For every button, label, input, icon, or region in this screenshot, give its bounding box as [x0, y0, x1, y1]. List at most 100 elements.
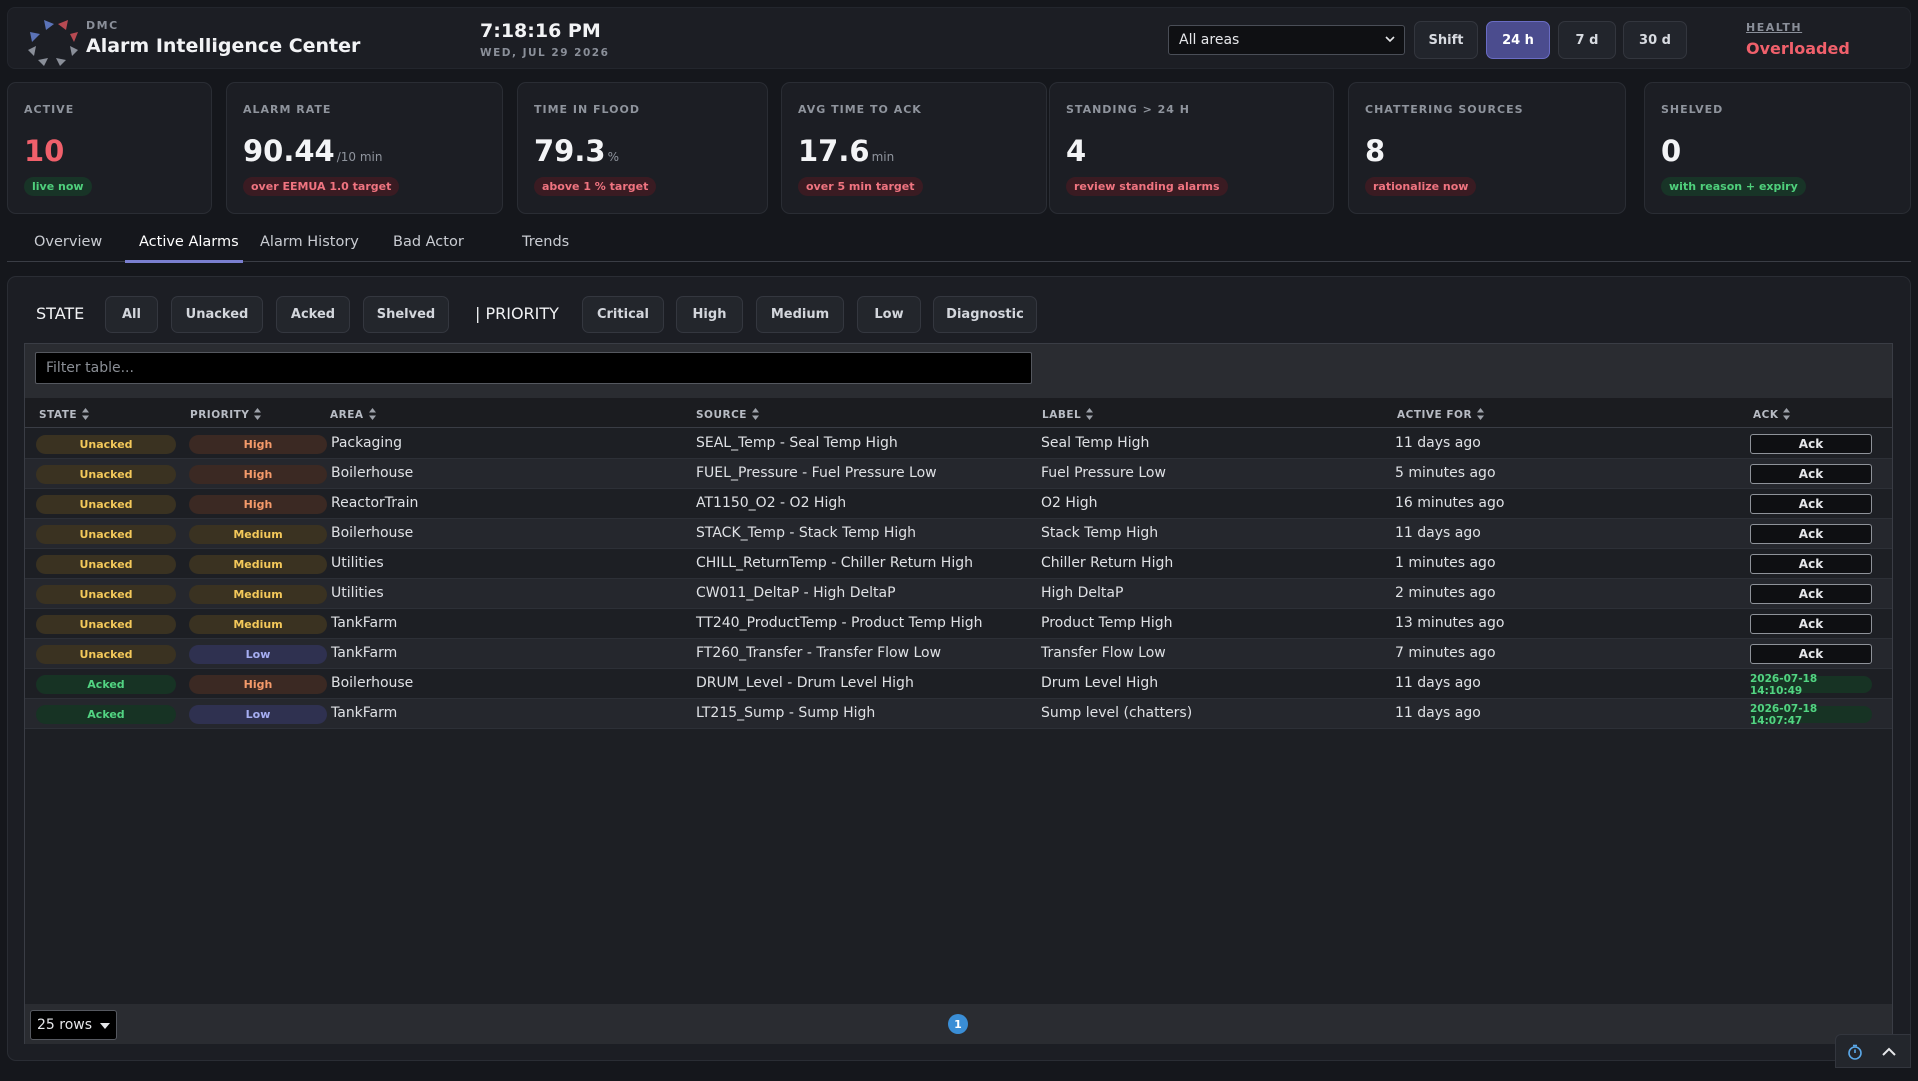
kpi-unit: /10 min — [336, 150, 383, 164]
table-row[interactable]: Acked High Boilerhouse DRUM_Level - Drum… — [25, 669, 1892, 699]
active-for-cell: 5 minutes ago — [1395, 465, 1496, 481]
active-for-cell: 11 days ago — [1395, 705, 1481, 721]
ack-button[interactable]: Ack — [1750, 464, 1872, 484]
column-header-priority[interactable]: PRIORITY — [190, 407, 262, 421]
filter-priority-high[interactable]: High — [676, 296, 743, 333]
active-for-cell: 11 days ago — [1395, 525, 1481, 541]
active-for-cell: 11 days ago — [1395, 435, 1481, 451]
kpi-avg-time-to-ack: AVG TIME TO ACK 17.6 min over 5 min targe… — [781, 82, 1047, 214]
filter-priority-low[interactable]: Low — [857, 296, 921, 333]
active-tab-indicator — [125, 260, 243, 263]
column-header-label[interactable]: LABEL — [1042, 407, 1094, 421]
filter-state-all[interactable]: All — [105, 296, 158, 333]
table-row[interactable]: Unacked Medium Boilerhouse STACK_Temp - … — [25, 519, 1892, 549]
priority-filter-label: | PRIORITY — [475, 304, 559, 323]
ack-button[interactable]: Ack — [1750, 644, 1872, 664]
filter-priority-medium[interactable]: Medium — [756, 296, 844, 333]
ack-button[interactable]: Ack — [1750, 614, 1872, 634]
active-for-cell: 1 minutes ago — [1395, 555, 1496, 571]
ack-button[interactable]: Ack — [1750, 554, 1872, 574]
page-number-button[interactable]: 1 — [948, 1014, 968, 1034]
kpi-badge: live now — [24, 177, 92, 196]
filter-priority-diagnostic[interactable]: Diagnostic — [933, 296, 1037, 333]
stopwatch-icon[interactable] — [1846, 1043, 1864, 1061]
area-cell: TankFarm — [331, 615, 398, 631]
state-badge: Acked — [36, 675, 176, 694]
filter-state-acked[interactable]: Acked — [276, 296, 350, 333]
page-size-select[interactable]: 25 rows — [30, 1010, 117, 1040]
ack-button[interactable]: Ack — [1750, 434, 1872, 454]
app-title: Alarm Intelligence Center — [86, 35, 361, 57]
range-24h-button[interactable]: 24 h — [1486, 21, 1550, 59]
priority-badge: High — [189, 435, 327, 454]
table-row[interactable]: Unacked Low TankFarm FT260_Transfer - Tr… — [25, 639, 1892, 669]
ack-timestamp: 2026-07-18 14:07:47 — [1750, 703, 1872, 727]
active-for-cell: 2 minutes ago — [1395, 585, 1496, 601]
range-30d-button[interactable]: 30 d — [1623, 21, 1687, 59]
column-header-ack[interactable]: ACK — [1753, 407, 1791, 421]
ack-timestamp: 2026-07-18 14:10:49 — [1750, 673, 1872, 697]
table-row[interactable]: Unacked High Packaging SEAL_Temp - Seal … — [25, 429, 1892, 459]
chevron-up-icon[interactable] — [1880, 1043, 1898, 1061]
area-cell: Utilities — [331, 585, 384, 601]
kpi-badge: review standing alarms — [1066, 177, 1228, 196]
kpi-label: AVG TIME TO ACK — [798, 103, 922, 116]
kpi-label: TIME IN FLOOD — [534, 103, 640, 116]
source-cell: CHILL_ReturnTemp - Chiller Return High — [696, 555, 973, 571]
sort-icon — [751, 408, 759, 420]
column-header-active-for[interactable]: ACTIVE FOR — [1397, 407, 1485, 421]
table-header: STATE PRIORITY AREA SOURCE LABEL ACTIVE … — [25, 398, 1892, 428]
page-size-value: 25 rows — [37, 1017, 93, 1033]
clock-date: WED, JUL 29 2026 — [480, 47, 610, 59]
alarms-table: STATE PRIORITY AREA SOURCE LABEL ACTIVE … — [24, 343, 1893, 1044]
tab-overview[interactable]: Overview — [34, 234, 102, 250]
range-shift-button[interactable]: Shift — [1414, 21, 1478, 59]
area-cell: TankFarm — [331, 705, 398, 721]
source-cell: STACK_Temp - Stack Temp High — [696, 525, 917, 541]
tab-trends[interactable]: Trends — [522, 234, 569, 250]
kpi-label: STANDING > 24 H — [1066, 103, 1190, 116]
table-row[interactable]: Acked Low TankFarm LT215_Sump - Sump Hig… — [25, 699, 1892, 729]
sort-icon — [368, 408, 376, 420]
kpi-standing: STANDING > 24 H 4 review standing alarms — [1049, 82, 1334, 214]
filter-state-unacked[interactable]: Unacked — [171, 296, 263, 333]
filter-state-shelved[interactable]: Shelved — [363, 296, 449, 333]
table-footer: 25 rows 1 — [25, 1004, 1892, 1044]
kpi-value: 0 — [1661, 134, 1682, 168]
table-filter-input[interactable] — [35, 352, 1032, 384]
table-row[interactable]: Unacked Medium Utilities CW011_DeltaP - … — [25, 579, 1892, 609]
kpi-value: 17.6 min — [798, 134, 895, 168]
source-cell: DRUM_Level - Drum Level High — [696, 675, 914, 691]
kpi-badge: over EEMUA 1.0 target — [243, 177, 400, 196]
tab-active-alarms[interactable]: Active Alarms — [139, 234, 239, 250]
chevron-down-icon — [1385, 36, 1395, 43]
tab-bar: Overview Active Alarms Alarm History Bad… — [7, 226, 1911, 263]
column-header-area[interactable]: AREA — [330, 407, 377, 421]
health-label[interactable]: HEALTH — [1746, 21, 1802, 34]
ack-button[interactable]: Ack — [1750, 584, 1872, 604]
filter-priority-critical[interactable]: Critical — [582, 296, 664, 333]
kpi-value: 8 — [1365, 134, 1386, 168]
kpi-active: ACTIVE 10 live now — [7, 82, 212, 214]
table-row[interactable]: Unacked High Boilerhouse FUEL_Pressure -… — [25, 459, 1892, 489]
kpi-label: ACTIVE — [24, 103, 75, 116]
label-cell: O2 High — [1041, 495, 1098, 511]
column-header-state[interactable]: STATE — [39, 407, 90, 421]
tab-bad-actor[interactable]: Bad Actor — [393, 234, 464, 250]
label-cell: Product Temp High — [1041, 615, 1173, 631]
kpi-badge: with reason + expiry — [1661, 177, 1806, 196]
table-row[interactable]: Unacked Medium TankFarm TT240_ProductTem… — [25, 609, 1892, 639]
sort-icon — [254, 408, 262, 420]
state-badge: Unacked — [36, 525, 176, 544]
area-cell: Boilerhouse — [331, 465, 414, 481]
active-for-cell: 16 minutes ago — [1395, 495, 1505, 511]
range-7d-button[interactable]: 7 d — [1558, 21, 1616, 59]
tab-alarm-history[interactable]: Alarm History — [260, 234, 359, 250]
table-row[interactable]: Unacked Medium Utilities CHILL_ReturnTem… — [25, 549, 1892, 579]
column-header-source[interactable]: SOURCE — [696, 407, 760, 421]
ack-button[interactable]: Ack — [1750, 524, 1872, 544]
table-row[interactable]: Unacked High ReactorTrain AT1150_O2 - O2… — [25, 489, 1892, 519]
state-badge: Unacked — [36, 435, 176, 454]
area-select[interactable]: All areas — [1168, 25, 1405, 55]
ack-button[interactable]: Ack — [1750, 494, 1872, 514]
